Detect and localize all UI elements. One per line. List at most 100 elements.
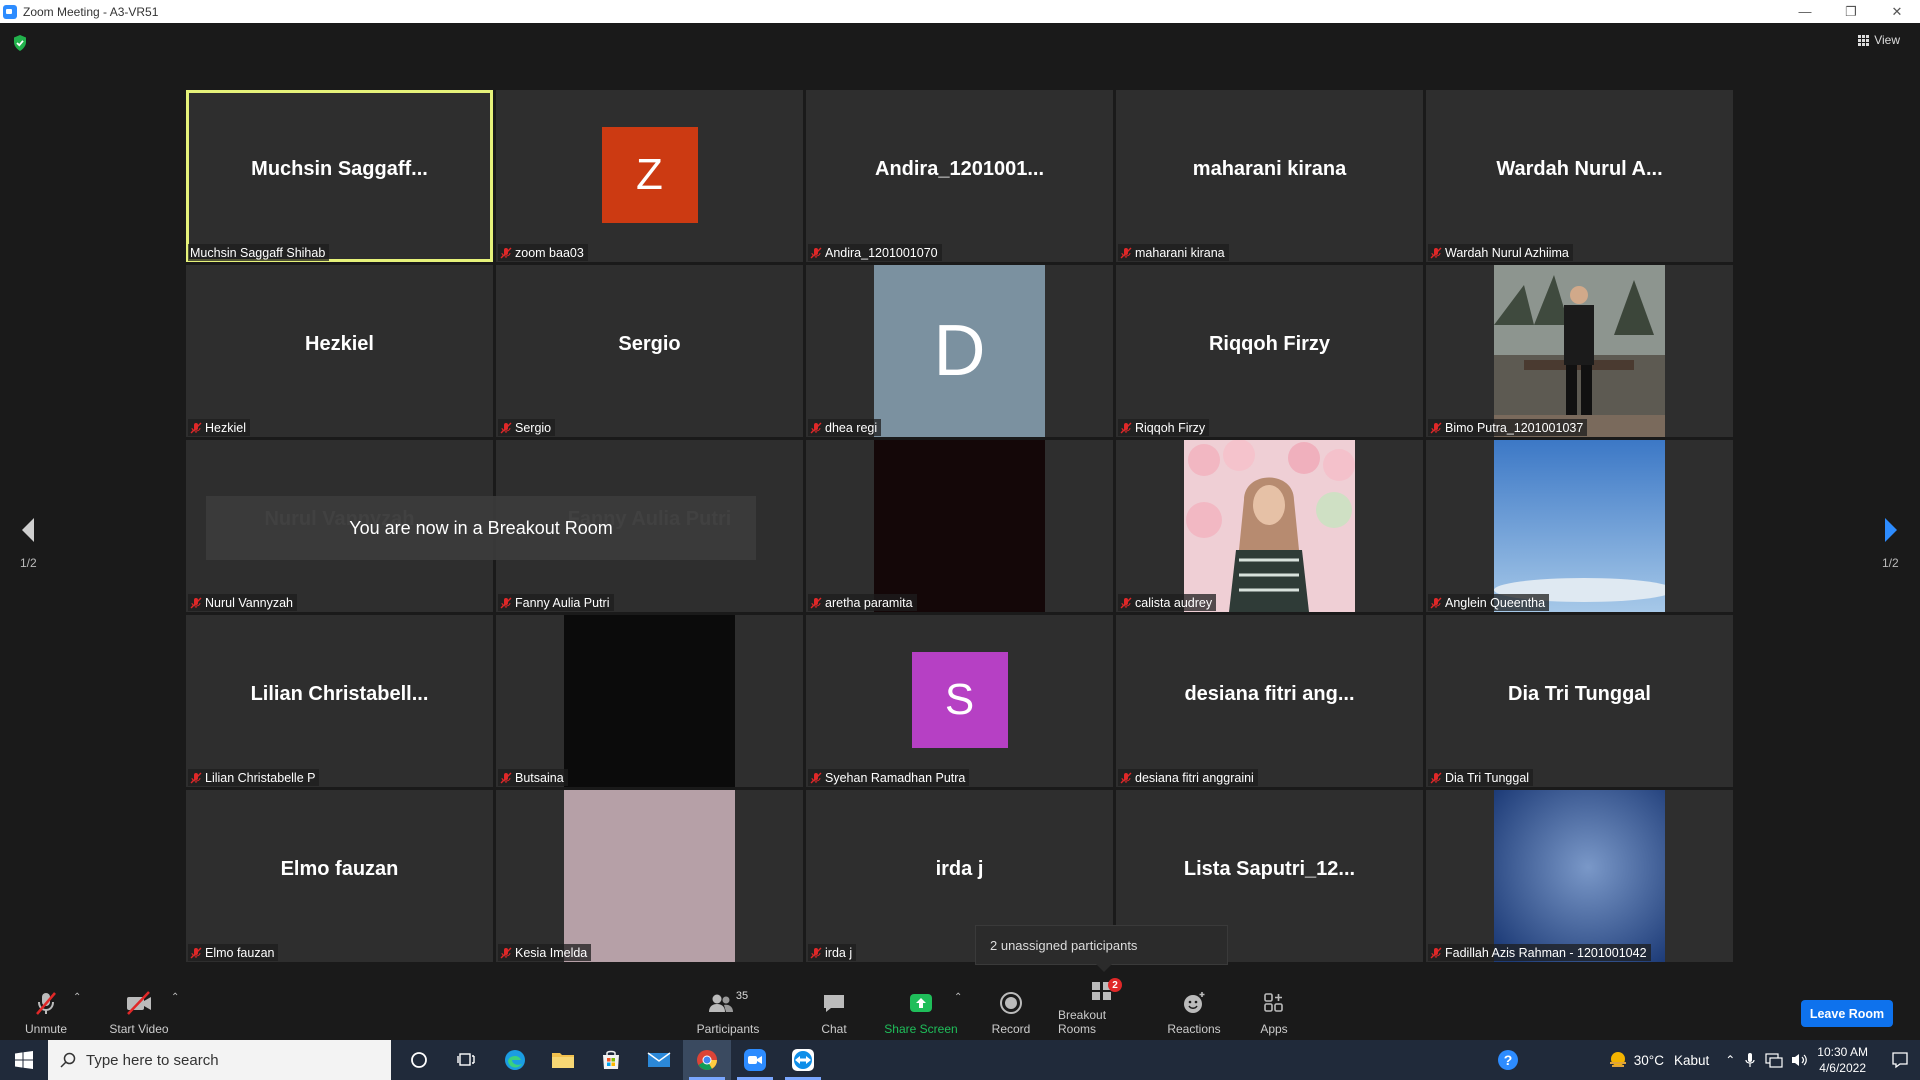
network-icon[interactable] — [1765, 1052, 1783, 1068]
volume-speaker-icon[interactable] — [1791, 1052, 1809, 1068]
show-hidden-icons-chevron-icon[interactable]: ⌃ — [1725, 1053, 1735, 1067]
participant-tile[interactable]: Anglein Queentha — [1426, 440, 1733, 612]
participant-name: Anglein Queentha — [1445, 595, 1546, 610]
chrome-browser-icon — [697, 1050, 718, 1070]
participant-name: Lilian Christabelle P — [205, 770, 316, 785]
breakout-rooms-label: Breakout Rooms — [1058, 1008, 1107, 1036]
participant-tile[interactable]: calista audrey — [1116, 440, 1423, 612]
encryption-shield-icon[interactable] — [12, 34, 28, 52]
participant-tile[interactable]: Zzoom baa03 — [496, 90, 803, 262]
apps-button[interactable]: Apps — [1256, 980, 1292, 1040]
participant-name-label: Riqqoh Firzy — [1118, 419, 1210, 436]
minimize-button[interactable]: — — [1782, 0, 1828, 23]
participant-name-label: Andira_1201001070 — [808, 244, 942, 261]
search-icon — [60, 1052, 76, 1068]
participant-tile[interactable]: Fadillah Azis Rahman - 1201001042 — [1426, 790, 1733, 962]
start-video-button[interactable]: Start Video — [104, 980, 174, 1040]
participant-tile[interactable]: desiana fitri ang... desiana fitri anggra… — [1116, 615, 1423, 787]
participants-button[interactable]: 35 Participants — [692, 980, 764, 1040]
participant-tile[interactable]: Dia Tri Tunggal Dia Tri Tunggal — [1426, 615, 1733, 787]
participant-tile[interactable]: Wardah Nurul A... Wardah Nurul Azhiima — [1426, 90, 1733, 262]
participant-avatar: D — [874, 265, 1045, 437]
close-button[interactable]: ✕ — [1874, 0, 1920, 23]
taskbar-file-explorer[interactable] — [539, 1040, 587, 1080]
breakout-rooms-icon: 2 — [1088, 978, 1122, 1002]
participant-tile[interactable]: Butsaina — [496, 615, 803, 787]
participant-display-name: Wardah Nurul A... — [1496, 157, 1663, 180]
share-screen-button[interactable]: Share Screen — [884, 980, 958, 1040]
participant-tile[interactable]: Kesia Imelda — [496, 790, 803, 962]
weather-temperature[interactable]: 30°C — [1634, 1053, 1664, 1068]
participant-display-name: Lilian Christabell... — [250, 682, 429, 705]
participant-name: Andira_1201001070 — [825, 245, 938, 260]
weather-condition[interactable]: Kabut — [1674, 1053, 1709, 1068]
notification-center-button[interactable] — [1880, 1040, 1920, 1080]
notification-icon — [1892, 1052, 1908, 1069]
windows-start-button[interactable] — [0, 1040, 48, 1080]
unmute-button[interactable]: Unmute — [18, 980, 74, 1040]
participant-tile[interactable]: maharani kirana maharani kirana — [1116, 90, 1423, 262]
participant-name: Syehan Ramadhan Putra — [825, 770, 966, 785]
help-question-icon: ? — [1497, 1050, 1518, 1070]
reactions-label: Reactions — [1167, 1022, 1221, 1036]
taskbar-teamviewer[interactable] — [779, 1040, 827, 1080]
restore-button[interactable]: ❐ — [1828, 0, 1874, 23]
participant-tile[interactable]: Bimo Putra_1201001037 — [1426, 265, 1733, 437]
reactions-button[interactable]: Reactions — [1167, 980, 1221, 1040]
participant-tile[interactable]: Sergio Sergio — [496, 265, 803, 437]
microsoft-store-icon — [603, 1050, 619, 1069]
cortana-button[interactable] — [395, 1040, 443, 1080]
next-page-arrow-icon[interactable] — [1881, 515, 1901, 545]
microphone-muted-icon — [1120, 422, 1132, 434]
apps-label: Apps — [1260, 1022, 1288, 1036]
participant-name-label: Muchsin Saggaff Shihab — [188, 244, 330, 261]
participant-display-name: Andira_1201001... — [875, 157, 1044, 180]
participant-tile[interactable]: Riqqoh Firzy Riqqoh Firzy — [1116, 265, 1423, 437]
file-explorer-folder-icon — [552, 1053, 574, 1068]
zoom-app-icon — [3, 4, 17, 19]
microphone-muted-icon — [500, 772, 512, 784]
participant-name-label: Butsaina — [498, 769, 568, 786]
taskbar-zoom[interactable] — [731, 1040, 779, 1080]
participant-tile[interactable]: Lilian Christabell... Lilian Christabelle… — [186, 615, 493, 787]
microphone-muted-icon — [500, 597, 512, 609]
microphone-muted-icon — [810, 772, 822, 784]
breakout-rooms-button[interactable]: 2 Breakout Rooms — [1058, 978, 1146, 1040]
chat-button[interactable]: Chat — [814, 980, 854, 1040]
participant-tile[interactable]: Elmo fauzan Elmo fauzan — [186, 790, 493, 962]
audio-options-caret-icon[interactable]: ⌃ — [73, 992, 81, 1003]
microphone-muted-icon — [810, 247, 822, 259]
share-options-caret-icon[interactable]: ⌃ — [954, 992, 962, 1003]
participant-name-label: Bimo Putra_1201001037 — [1428, 419, 1588, 436]
taskbar-edge[interactable] — [491, 1040, 539, 1080]
participant-tile[interactable]: Andira_1201001... Andira_1201001070 — [806, 90, 1113, 262]
taskbar-clock[interactable]: 10:30 AM 4/6/2022 — [1817, 1044, 1868, 1076]
leave-room-button[interactable]: Leave Room — [1801, 1000, 1893, 1027]
video-options-caret-icon[interactable]: ⌃ — [171, 992, 179, 1003]
meeting-toolbar: Unmute ⌃ Start Video ⌃ 35 Participants C… — [0, 978, 1920, 1040]
previous-page-arrow-icon[interactable] — [18, 515, 38, 545]
view-button[interactable]: View — [1858, 33, 1900, 47]
participant-name-label: Elmo fauzan — [188, 944, 279, 961]
system-tray: ? 30°C Kabut ⌃ 10:30 AM 4/6/2022 — [1488, 1040, 1920, 1080]
reactions-smiley-icon — [1180, 990, 1208, 1016]
taskbar-chrome[interactable] — [683, 1040, 731, 1080]
page-indicator-left: 1/2 — [20, 556, 37, 570]
windows-taskbar: Type here to search ? 30°C Kabut ⌃ 10:30… — [0, 1040, 1920, 1080]
taskbar-search-box[interactable]: Type here to search — [48, 1040, 391, 1080]
participant-tile[interactable]: Ddhea regi — [806, 265, 1113, 437]
help-button[interactable]: ? — [1488, 1040, 1528, 1080]
participant-tile[interactable]: Hezkiel Hezkiel — [186, 265, 493, 437]
participant-tile[interactable]: Muchsin Saggaff... Muchsin Saggaff Shihab — [186, 90, 493, 262]
zoom-app-taskbar-icon — [744, 1049, 766, 1071]
participant-tile[interactable]: aretha paramita — [806, 440, 1113, 612]
taskbar-store[interactable] — [587, 1040, 635, 1080]
record-button[interactable]: Record — [990, 980, 1032, 1040]
task-view-button[interactable] — [443, 1040, 491, 1080]
taskbar-mail[interactable] — [635, 1040, 683, 1080]
participant-tile[interactable]: S Syehan Ramadhan Putra — [806, 615, 1113, 787]
microphone-tray-icon[interactable] — [1745, 1052, 1755, 1068]
participant-video — [1494, 790, 1665, 962]
microphone-muted-icon — [1120, 247, 1132, 259]
participant-name: Wardah Nurul Azhiima — [1445, 245, 1569, 260]
